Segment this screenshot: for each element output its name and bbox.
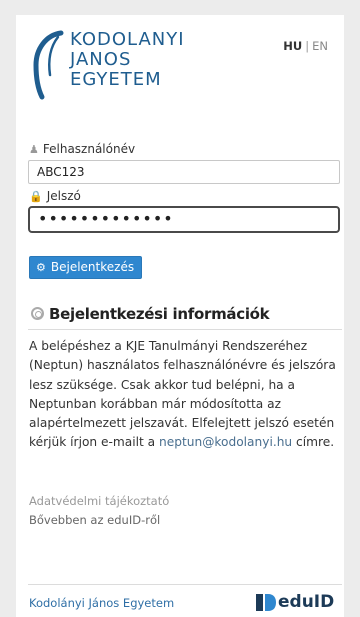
logo-line-2: JANOS: [70, 49, 132, 70]
logo-line-1: KODOLANYI: [70, 29, 185, 50]
eduid-wordmark: eduID: [278, 592, 335, 612]
username-input[interactable]: ABC123: [28, 160, 340, 184]
login-button[interactable]: ⚙ Bejelentkezés: [29, 256, 143, 279]
info-text-end: címre.: [292, 435, 335, 450]
logo-line-3: EGYETEM: [70, 69, 162, 90]
logo-wordmark: KODOLANYI JANOS EGYETEM: [70, 30, 185, 90]
support-email-link[interactable]: neptun@kodolanyi.hu: [159, 435, 292, 449]
login-card: KODOLANYI JANOS EGYETEM HU | EN ♟ Felhaszná…: [16, 15, 344, 617]
logo-mark-icon: [33, 30, 64, 100]
username-label: ♟ Felhasználónév: [29, 142, 135, 156]
eduid-logo[interactable]: eduID: [256, 591, 340, 613]
language-switcher: HU | EN: [283, 39, 328, 53]
divider: [28, 329, 342, 330]
university-logo[interactable]: KODOLANYI JANOS EGYETEM: [28, 27, 228, 103]
lock-icon: 🔒: [29, 190, 43, 203]
info-links: Adatvédelmi tájékoztató Bővebben az eduI…: [29, 492, 169, 530]
gear-icon: ⚙: [36, 261, 46, 274]
password-input[interactable]: •••••••••••••: [28, 206, 340, 233]
lang-separator: |: [305, 39, 310, 53]
password-label: 🔒 Jelszó: [29, 189, 81, 203]
privacy-link[interactable]: Adatvédelmi tájékoztató: [29, 492, 169, 511]
lang-hu[interactable]: HU: [283, 39, 302, 53]
info-text-main: A belépéshez a KJE Tanulmányi Rendszeréh…: [29, 339, 336, 450]
username-label-text: Felhasználónév: [42, 142, 136, 156]
info-paragraph: A belépéshez a KJE Tanulmányi Rendszeréh…: [29, 337, 343, 453]
info-heading-text: Bejelentkezési információk: [49, 305, 270, 323]
password-label-text: Jelszó: [46, 189, 81, 203]
login-button-label: Bejelentkezés: [50, 260, 135, 274]
info-heading: Bejelentkezési információk: [31, 305, 270, 323]
lang-en[interactable]: EN: [312, 39, 328, 53]
university-link[interactable]: Kodolányi János Egyetem: [29, 596, 174, 610]
user-icon: ♟: [29, 143, 39, 156]
eduid-more-link[interactable]: Bővebben az eduID-ről: [29, 511, 169, 530]
footer-divider: [28, 584, 342, 585]
lifebuoy-icon: [31, 307, 44, 320]
eduid-mark-icon: [256, 594, 276, 611]
